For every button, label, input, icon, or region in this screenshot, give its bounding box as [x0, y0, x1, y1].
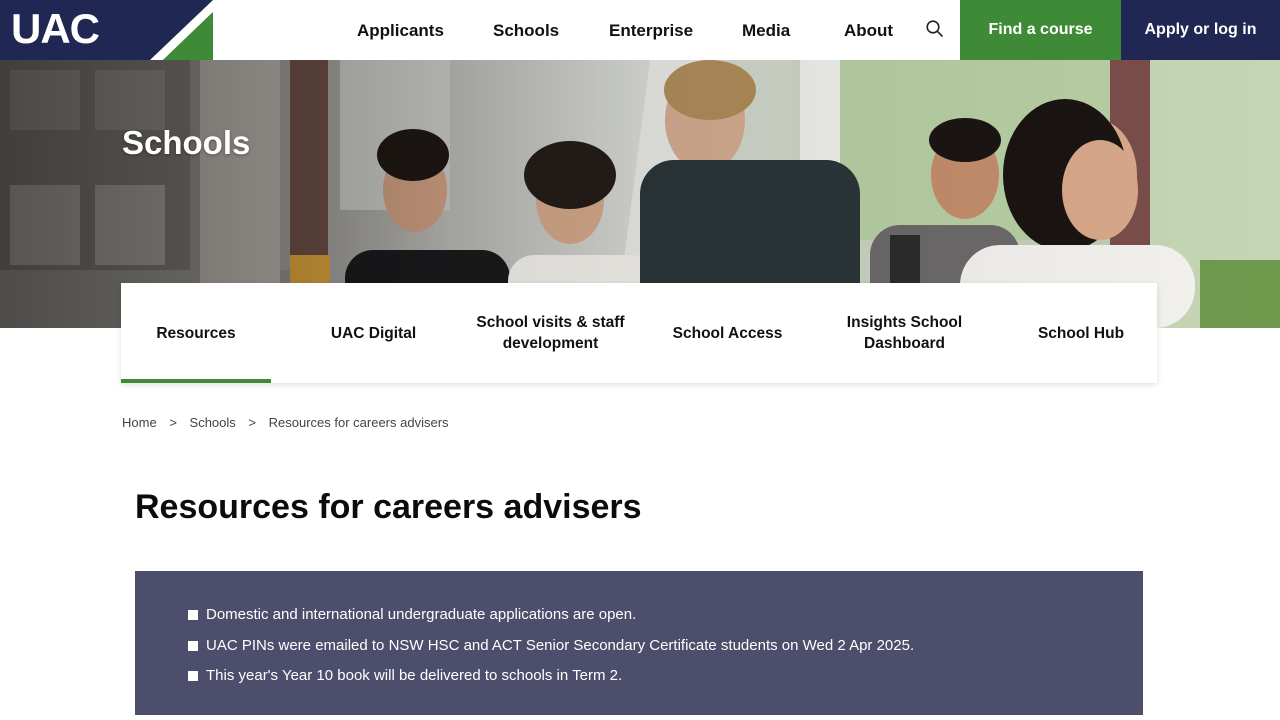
notice-item-text: This year's Year 10 book will be deliver…	[206, 667, 623, 684]
subnav-school-hub[interactable]: School Hub	[993, 283, 1169, 383]
notice-box: Domestic and international undergraduate…	[135, 571, 1143, 715]
search-icon[interactable]	[924, 18, 946, 40]
section-subnav: Resources UAC Digital School visits & st…	[121, 283, 1157, 383]
breadcrumb-separator: >	[248, 415, 256, 430]
breadcrumb-home[interactable]: Home	[122, 415, 157, 430]
apply-login-button[interactable]: Apply or log in	[1121, 0, 1280, 60]
subnav-school-visits[interactable]: School visits & staff development	[462, 283, 639, 383]
notice-list: Domestic and international undergraduate…	[188, 600, 914, 692]
notice-item-text: UAC PINs were emailed to NSW HSC and ACT…	[206, 636, 915, 654]
logo-text: UAC	[11, 5, 100, 52]
subnav-resources[interactable]: Resources	[121, 283, 271, 383]
breadcrumb-schools[interactable]: Schools	[190, 415, 236, 430]
nav-schools[interactable]: Schools	[493, 20, 559, 42]
notice-item: UAC PINs were emailed to NSW HSC and ACT…	[188, 631, 914, 662]
uac-logo[interactable]: UAC	[0, 0, 213, 60]
notice-item: This year's Year 10 book will be deliver…	[188, 661, 914, 692]
nav-media[interactable]: Media	[742, 20, 790, 42]
notice-item-text: Domestic and international undergraduate…	[206, 606, 637, 623]
subnav-uac-digital[interactable]: UAC Digital	[285, 283, 462, 383]
square-bullet-icon	[188, 640, 198, 651]
breadcrumb-current: Resources for careers advisers	[268, 415, 449, 430]
nav-applicants[interactable]: Applicants	[357, 20, 444, 42]
find-course-button[interactable]: Find a course	[960, 0, 1121, 60]
breadcrumb-separator: >	[169, 415, 177, 430]
page-title: Resources for careers advisers	[135, 488, 642, 526]
active-tab-indicator	[121, 379, 271, 383]
site-header: UAC Applicants Schools Enterprise Media …	[0, 0, 1280, 60]
notice-item: Domestic and international undergraduate…	[188, 600, 914, 631]
nav-enterprise[interactable]: Enterprise	[609, 20, 693, 42]
breadcrumb: Home > Schools > Resources for careers a…	[122, 415, 449, 430]
hero-title: Schools	[122, 124, 251, 161]
square-bullet-icon	[188, 610, 198, 620]
square-bullet-icon	[188, 671, 198, 681]
nav-about[interactable]: About	[844, 20, 893, 42]
subnav-insights-dashboard[interactable]: Insights School Dashboard	[816, 283, 993, 383]
subnav-school-access[interactable]: School Access	[639, 283, 816, 383]
